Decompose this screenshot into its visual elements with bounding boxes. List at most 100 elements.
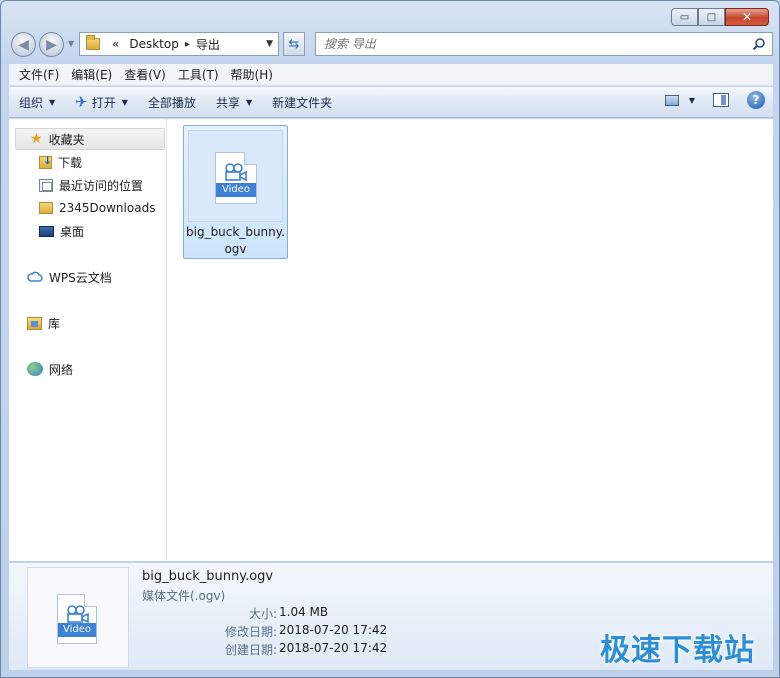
content-area: ★ 收藏夹 下载 最近访问的位置 2345Downloads 桌面 [9,119,773,561]
video-camera-icon [225,163,247,181]
refresh-button[interactable]: ⇆ [283,32,305,56]
minimize-icon: ▭ [679,11,690,23]
file-name[interactable]: big_buck_bunny.ogv [184,224,287,258]
sidebar-item-recent[interactable]: 最近访问的位置 [39,174,143,196]
sidebar-item-label: 库 [48,316,61,331]
new-folder-label: 新建文件夹 [272,95,333,110]
search-icon[interactable] [752,37,766,51]
address-bar[interactable]: « Desktop ▸ 导出 ▼ [79,32,279,56]
details-created-value: 2018-07-20 17:42 [279,641,388,655]
breadcrumb-desktop[interactable]: Desktop [129,37,179,51]
cloud-icon [27,271,43,282]
navigation-pane: ★ 收藏夹 下载 最近访问的位置 2345Downloads 桌面 [9,119,167,561]
refresh-icon: ⇆ [288,36,300,52]
forward-button[interactable]: ▶ [39,32,64,57]
file-item[interactable]: Video big_buck_bunny.ogv [183,125,288,259]
caption-buttons: ▭ □ ✕ [671,8,769,26]
back-arrow-icon: ◀ [18,36,29,53]
menu-file[interactable]: 文件(F) [13,66,65,83]
play-all-button[interactable]: 全部播放 [138,87,206,118]
toolbar-right: ▼ ? [664,91,765,109]
details-size-row: 大小: 1.04 MB [142,605,442,622]
sidebar-item-library[interactable]: 库 [13,312,165,334]
play-all-label: 全部播放 [147,95,196,110]
library-icon [27,316,42,330]
details-size-key: 大小: [248,607,277,621]
share-button[interactable]: 共享 ▼ [206,87,262,118]
menu-help[interactable]: 帮助(H) [225,66,279,83]
address-row: ◀ ▶ ▼ « Desktop ▸ 导出 ▼ ⇆ [9,30,773,58]
breadcrumb-export[interactable]: 导出 [196,36,220,53]
sidebar-item-label: 最近访问的位置 [59,178,144,193]
sidebar-item-label: 网络 [49,362,74,377]
open-label: 打开 [91,95,116,110]
video-badge: Video [58,623,96,637]
maximize-button[interactable]: □ [698,8,725,26]
details-file-name: big_buck_bunny.ogv [142,569,274,584]
desktop-icon [39,225,54,237]
minimize-button[interactable]: ▭ [671,8,698,26]
file-thumbnail: Video [188,130,283,222]
star-icon: ★ [30,131,43,147]
preview-pane-icon[interactable] [713,93,729,107]
recent-places-icon [39,178,53,192]
details-modified-row: 修改日期: 2018-07-20 17:42 [142,623,442,640]
sidebar-item-label: 2345Downloads [59,201,156,215]
organize-button[interactable]: 组织 ▼ [9,87,65,118]
sidebar-item-wps-cloud[interactable]: WPS云文档 [13,266,165,288]
video-file-icon: Video [215,152,257,204]
details-created-key: 创建日期: [224,643,277,657]
sidebar-item-label: WPS云文档 [49,270,112,285]
chevron-down-icon: ▼ [121,97,128,107]
details-file-type: 媒体文件(.ogv) [142,589,226,603]
address-dropdown-icon[interactable]: ▼ [266,39,273,49]
menu-view[interactable]: 查看(V) [118,66,172,83]
organize-label: 组织 [19,95,44,110]
sidebar-item-downloads[interactable]: 下载 [39,151,82,173]
folder-icon [86,35,100,50]
forward-arrow-icon: ▶ [46,36,57,53]
help-icon[interactable]: ? [747,91,765,109]
open-icon: ✈ [75,93,88,111]
sidebar-item-2345downloads[interactable]: 2345Downloads [39,197,155,219]
view-dropdown-icon[interactable]: ▼ [689,96,695,105]
chevron-down-icon: ▼ [245,97,253,107]
sidebar-item-label: 收藏夹 [48,132,85,147]
menu-edit[interactable]: 编辑(E) [65,66,118,83]
search-box[interactable] [315,32,773,56]
video-camera-icon [67,605,89,623]
sidebar-item-label: 桌面 [60,224,85,239]
folder-icon [39,202,53,214]
close-icon: ✕ [741,10,753,24]
search-input[interactable] [324,37,744,51]
details-thumbnail: Video [27,567,129,668]
details-created-row: 创建日期: 2018-07-20 17:42 [142,641,442,658]
watermark-text: 极速下载站 [600,633,755,668]
menu-bar: 文件(F) 编辑(E) 查看(V) 工具(T) 帮助(H) [9,64,773,86]
sidebar-item-network[interactable]: 网络 [13,358,165,380]
history-dropdown-icon[interactable]: ▼ [68,39,74,48]
details-pane: Video big_buck_bunny.ogv 媒体文件(.ogv) 大小: … [9,562,773,670]
details-size-value: 1.04 MB [279,605,329,619]
network-icon [27,362,43,376]
close-button[interactable]: ✕ [725,8,769,26]
explorer-window: ▭ □ ✕ ◀ ▶ ▼ « Desktop ▸ 导出 ▼ ⇆ 文件(F) 编辑(… [0,0,780,678]
address-overflow-chevron[interactable]: « [112,37,119,51]
video-file-icon: Video [57,594,97,644]
command-bar: 组织 ▼ ✈ 打开 ▼ 全部播放 共享 ▼ 新建文件夹 ▼ ? [9,87,773,118]
breadcrumb-separator-icon[interactable]: ▸ [185,39,190,50]
open-button[interactable]: ✈ 打开 ▼ [65,87,138,118]
menu-tools[interactable]: 工具(T) [172,66,225,83]
chevron-down-icon: ▼ [49,97,56,107]
back-button[interactable]: ◀ [11,32,36,57]
video-badge: Video [216,183,256,197]
change-view-icon[interactable] [664,94,679,106]
share-label: 共享 [215,95,240,110]
sidebar-item-desktop[interactable]: 桌面 [39,220,84,242]
maximize-icon: □ [706,11,717,23]
new-folder-button[interactable]: 新建文件夹 [262,87,342,118]
details-modified-value: 2018-07-20 17:42 [279,623,388,637]
sidebar-item-favorites[interactable]: ★ 收藏夹 [15,128,165,150]
sidebar-item-label: 下载 [58,155,83,170]
download-folder-icon [39,154,52,169]
